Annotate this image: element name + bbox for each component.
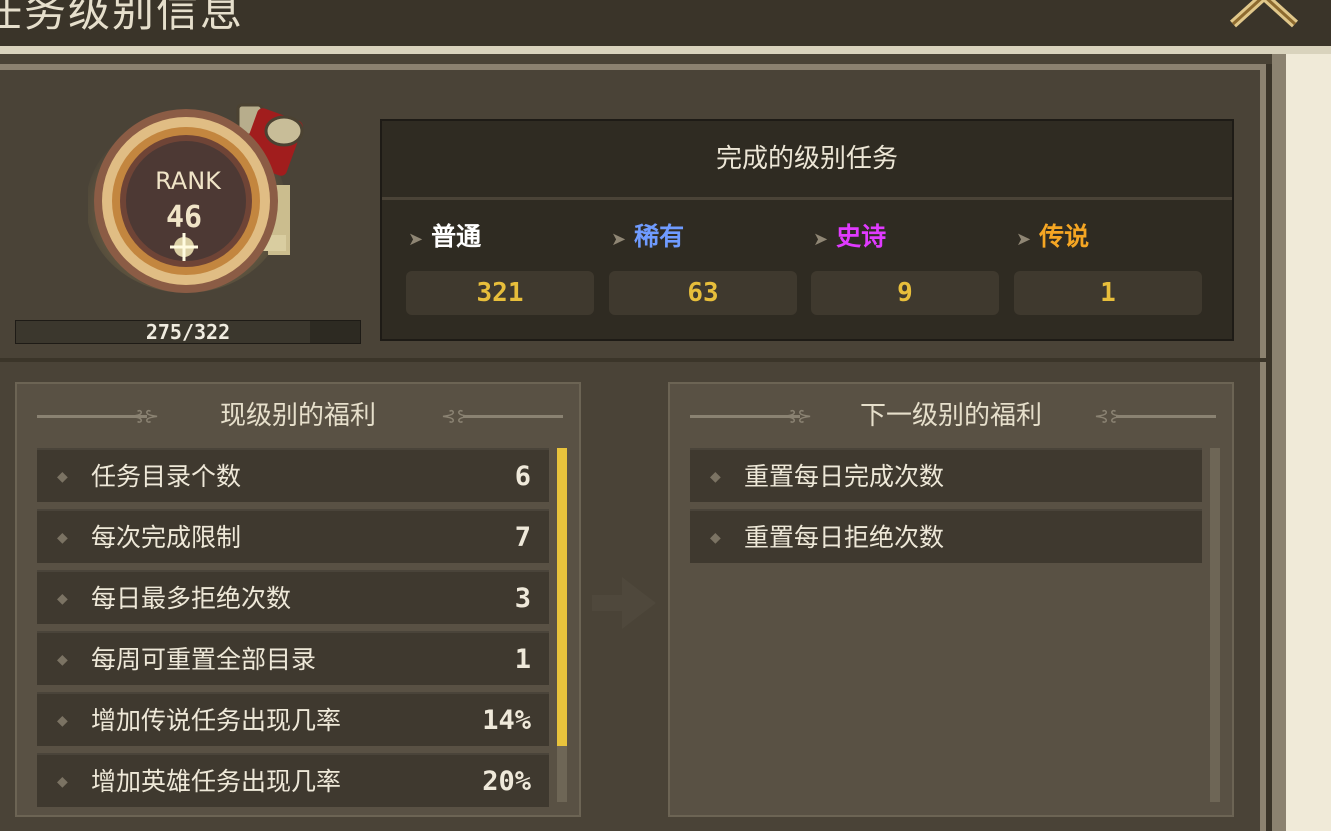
bullet-icon: ◆ — [57, 530, 68, 546]
bullet-icon: ◆ — [57, 713, 68, 729]
scrollbar-thumb[interactable] — [557, 448, 567, 746]
list-item: ◆ 增加英雄任务出现几率 20% — [37, 753, 549, 807]
arrow-right-icon: ➤ — [813, 229, 829, 250]
rank-emblem: RANK 46 — [86, 95, 308, 295]
completed-tasks-box: 完成的级别任务 ➤ 普通 ➤ 稀有 ➤ 史诗 ➤ 传说 321 63 9 1 — [380, 119, 1234, 341]
benefit-value: 3 — [514, 583, 531, 614]
count-rare: 63 — [609, 271, 797, 315]
completed-tasks-title: 完成的级别任务 — [382, 121, 1232, 200]
benefit-value: 7 — [514, 522, 531, 553]
benefit-label: 增加传说任务出现几率 — [91, 706, 342, 735]
benefit-value: 1 — [514, 644, 531, 675]
right-frame — [1272, 54, 1331, 831]
bullet-icon: ◆ — [710, 469, 721, 485]
window-title: 任务级别信息 — [0, 0, 245, 36]
list-item: ◆ 每日最多拒绝次数 3 — [37, 570, 549, 624]
scrollbar-track[interactable] — [1210, 448, 1220, 802]
bullet-icon: ◆ — [57, 774, 68, 790]
benefit-value: 14% — [482, 705, 531, 736]
count-legendary: 1 — [1014, 271, 1202, 315]
category-label: 普通 — [431, 222, 482, 251]
category-label: 史诗 — [836, 222, 887, 251]
benefit-label: 增加英雄任务出现几率 — [91, 767, 342, 796]
category-label: 稀有 — [634, 222, 685, 251]
bullet-icon: ◆ — [57, 469, 68, 485]
arrow-right-icon: ➤ — [408, 229, 424, 250]
benefit-label: 重置每日完成次数 — [744, 462, 945, 491]
rank-label: RANK — [155, 167, 222, 195]
bullet-icon: ◆ — [710, 530, 721, 546]
category-label: 传说 — [1039, 222, 1090, 251]
list-item: ◆ 每次完成限制 7 — [37, 509, 549, 563]
next-benefits-panel: ⊰⊱ 下一级别的福利 ⊰⊱ ◆ 重置每日完成次数 ◆ 重置每日拒绝次数 — [668, 382, 1234, 817]
section-divider — [0, 358, 1266, 362]
arrow-right-icon: ➤ — [611, 229, 627, 250]
count-epic: 9 — [811, 271, 999, 315]
benefit-label: 每次完成限制 — [91, 523, 242, 552]
benefit-label: 重置每日拒绝次数 — [744, 523, 945, 552]
benefit-value: 6 — [514, 461, 531, 492]
header-border — [0, 46, 1331, 54]
list-item: ◆ 每周可重置全部目录 1 — [37, 631, 549, 685]
list-item: ◆ 任务目录个数 6 — [37, 448, 549, 502]
benefit-label: 每周可重置全部目录 — [91, 645, 317, 674]
category-legendary: ➤ 传说 — [1016, 217, 1089, 253]
title-bar: 任务级别信息 — [0, 0, 1331, 50]
header-border-shadow — [0, 54, 1331, 64]
category-epic: ➤ 史诗 — [813, 217, 886, 253]
list-item: ◆ 增加传说任务出现几率 14% — [37, 692, 549, 746]
title-ornament-right — [463, 415, 563, 418]
list-item: ◆ 重置每日完成次数 — [690, 448, 1202, 502]
arrow-right-icon — [592, 573, 658, 637]
benefit-label: 任务目录个数 — [91, 462, 242, 491]
bullet-icon: ◆ — [57, 591, 68, 607]
title-ornament-right — [1116, 415, 1216, 418]
count-common: 321 — [406, 271, 594, 315]
category-rare: ➤ 稀有 — [611, 217, 684, 253]
current-benefits-panel: ⊰⊱ 现级别的福利 ⊰⊱ ◆ 任务目录个数 6 ◆ 每次完成限制 7 ◆ 每日最多拒绝次数… — [15, 382, 581, 817]
list-item: ◆ 重置每日拒绝次数 — [690, 509, 1202, 563]
category-common: ➤ 普通 — [408, 217, 481, 253]
benefit-value: 20% — [482, 766, 531, 797]
rank-progress-text: 275/322 — [145, 320, 231, 344]
arrow-right-icon: ➤ — [1016, 229, 1032, 250]
benefit-label: 每日最多拒绝次数 — [91, 584, 292, 613]
rank-level: 46 — [166, 200, 202, 235]
chevron-up-icon[interactable] — [1229, 0, 1299, 28]
rank-progress-bar: 275/322 — [15, 320, 361, 344]
bullet-icon: ◆ — [57, 652, 68, 668]
